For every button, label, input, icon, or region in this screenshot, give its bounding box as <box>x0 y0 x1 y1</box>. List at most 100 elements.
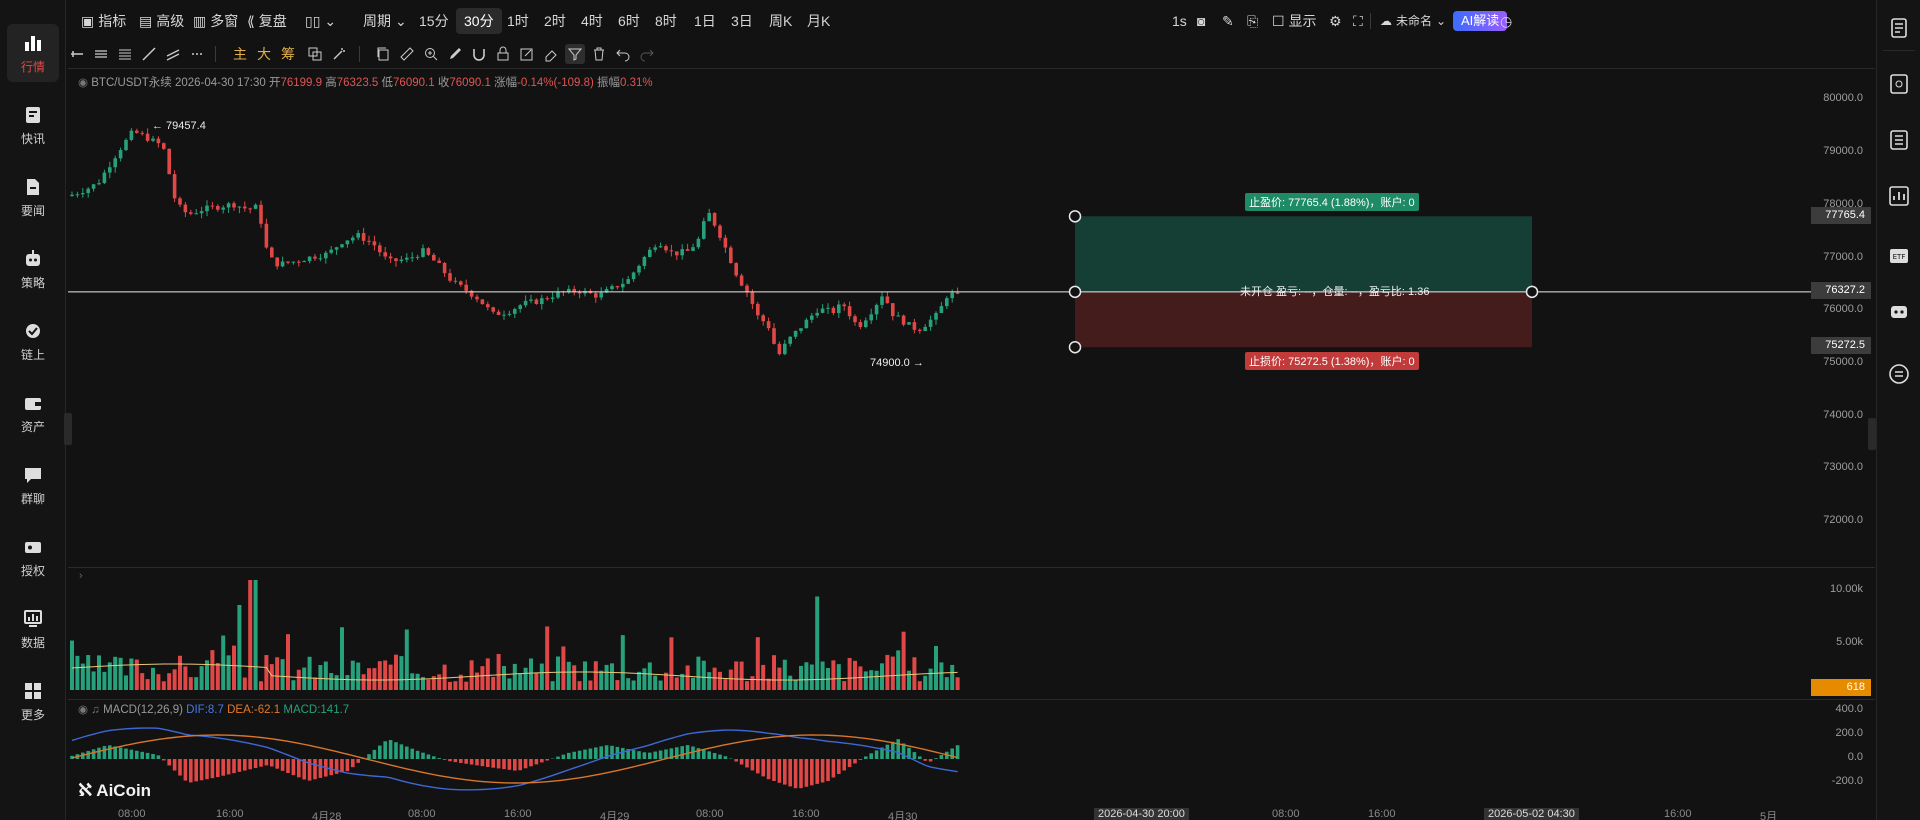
trash-icon[interactable] <box>589 44 609 64</box>
volume-bar <box>804 662 809 690</box>
macd-histogram-bar <box>756 759 760 774</box>
interval-1s[interactable]: 1s <box>1172 8 1187 34</box>
magic-wand-icon[interactable] <box>329 44 349 64</box>
analytics-icon[interactable] <box>1887 184 1911 208</box>
stop-loss-label[interactable]: 止损价: 75272.5 (1.38%)，账户: 0 <box>1245 352 1419 370</box>
macd-histogram-bar <box>183 759 188 781</box>
chart-type-button[interactable]: ▯▯ ⌄ <box>305 8 336 34</box>
interval-1d[interactable]: 1日 <box>694 8 716 34</box>
big-order-toggle[interactable]: 大 <box>257 44 271 64</box>
nav-item-auth[interactable]: 授权 <box>7 528 59 586</box>
volume-bar <box>124 675 128 690</box>
monitor-icon <box>24 609 42 627</box>
indicator-button[interactable]: ▣ 指标 <box>81 8 126 34</box>
key-icon <box>25 541 41 553</box>
swap-icon[interactable] <box>1887 362 1911 386</box>
advanced-button[interactable]: ▤ 高级 <box>139 8 184 34</box>
volume-chart[interactable] <box>68 578 1828 698</box>
interval-8h[interactable]: 8时 <box>655 8 677 34</box>
interval-15m[interactable]: 15分 <box>419 8 449 34</box>
volume-bar <box>712 667 717 690</box>
candle-body <box>545 298 549 300</box>
orders-icon[interactable] <box>1887 128 1911 152</box>
multi-window-button[interactable]: ▥ 多窗 <box>193 8 238 34</box>
volume-bar <box>491 676 496 690</box>
nav-item-data[interactable]: 数据 <box>7 600 59 658</box>
candlestick-chart[interactable] <box>68 84 1828 568</box>
macd-histogram-bar <box>421 752 425 759</box>
macd-histogram-bar <box>934 758 938 759</box>
redo-icon[interactable] <box>637 44 657 64</box>
candle-body <box>939 306 944 313</box>
display-button[interactable]: ☐ 显示 <box>1272 8 1317 34</box>
candle-body <box>502 314 506 316</box>
more-dots-icon[interactable] <box>187 44 207 64</box>
macd-histogram-bar <box>545 759 549 761</box>
collapse-left-handle[interactable] <box>64 413 72 445</box>
copy-icon[interactable] <box>373 44 393 64</box>
clock-icon[interactable]: ◷ <box>1500 8 1512 34</box>
nav-item-market[interactable]: 行情 <box>7 24 59 82</box>
interval-6h[interactable]: 6时 <box>618 8 640 34</box>
edit-box-icon[interactable] <box>517 44 537 64</box>
parallel-lines-icon[interactable] <box>91 44 111 64</box>
candle-body <box>270 247 274 258</box>
main-chart-toggle[interactable]: 主 <box>233 44 247 64</box>
layout-dropdown[interactable]: ☁ 未命名 ⌄ <box>1380 8 1446 34</box>
candle-body <box>945 298 949 307</box>
zoom-in-icon[interactable] <box>421 44 441 64</box>
trend-line-icon[interactable] <box>139 44 159 64</box>
nav-item-news[interactable]: 要闻 <box>7 168 59 226</box>
eraser-icon[interactable] <box>541 44 561 64</box>
replay-button[interactable]: ⟪ 复盘 <box>247 8 287 34</box>
interval-3d[interactable]: 3日 <box>731 8 753 34</box>
document-list-icon[interactable] <box>1887 16 1911 40</box>
candle-body <box>486 304 490 308</box>
etf-icon[interactable]: ETF <box>1887 244 1911 268</box>
period-dropdown[interactable]: 周期 ⌄ <box>363 8 407 34</box>
camera-icon[interactable]: ◙ <box>1197 8 1205 34</box>
interval-2h[interactable]: 2时 <box>544 8 566 34</box>
lock-icon[interactable] <box>493 44 513 64</box>
collapse-right-handle[interactable] <box>1868 418 1876 450</box>
macd-histogram-bar <box>507 759 512 770</box>
pencil-icon[interactable]: ✎ <box>1222 8 1234 34</box>
macd-chart[interactable] <box>68 708 1828 808</box>
list-icon[interactable] <box>1887 72 1911 96</box>
interval-4h[interactable]: 4时 <box>581 8 603 34</box>
nav-item-chat[interactable]: 群聊 <box>7 456 59 514</box>
volume-bar <box>885 654 890 690</box>
interval-week[interactable]: 周K <box>769 8 792 34</box>
take-profit-label[interactable]: 止盈价: 77765.4 (1.88%)，账户: 0 <box>1245 193 1419 211</box>
candle-body <box>691 247 695 251</box>
undo-icon[interactable] <box>613 44 633 64</box>
channel-icon[interactable] <box>163 44 183 64</box>
macd-histogram-bar <box>837 759 841 774</box>
macd-histogram-bar <box>793 759 798 789</box>
brush-icon[interactable] <box>445 44 465 64</box>
chip-toggle[interactable]: 筹 <box>281 44 295 64</box>
interval-1h[interactable]: 1时 <box>507 8 529 34</box>
nav-item-onchain[interactable]: 链上 <box>7 312 59 370</box>
filter-icon[interactable] <box>565 44 585 64</box>
position-label[interactable]: 未开仓 盈亏: --，仓量: --，盈亏比: 1.36 <box>1236 282 1433 300</box>
export-icon[interactable]: ⎘ <box>1247 8 1258 34</box>
interval-month[interactable]: 月K <box>807 8 830 34</box>
multi-label: 多窗 <box>210 13 239 29</box>
interval-30m[interactable]: 30分 <box>456 8 502 34</box>
settings-icon[interactable]: ⚙ <box>1329 8 1342 34</box>
nav-item-strategy[interactable]: 策略 <box>7 240 59 298</box>
volume-bar <box>718 671 722 690</box>
volume-bar <box>745 681 749 690</box>
fib-levels-icon[interactable] <box>115 44 135 64</box>
compare-icon[interactable] <box>305 44 325 64</box>
ruler-icon[interactable] <box>397 44 417 64</box>
bot-icon[interactable] <box>1887 300 1911 324</box>
magnet-icon[interactable] <box>469 44 489 64</box>
nav-item-flash[interactable]: 快讯 <box>7 96 59 154</box>
macd-histogram-bar <box>275 759 279 769</box>
nav-item-assets[interactable]: 资产 <box>7 384 59 442</box>
nav-item-more[interactable]: 更多 <box>7 672 59 730</box>
fullscreen-icon[interactable]: ⛶ <box>1353 8 1363 34</box>
horizontal-line-icon[interactable] <box>67 44 87 64</box>
